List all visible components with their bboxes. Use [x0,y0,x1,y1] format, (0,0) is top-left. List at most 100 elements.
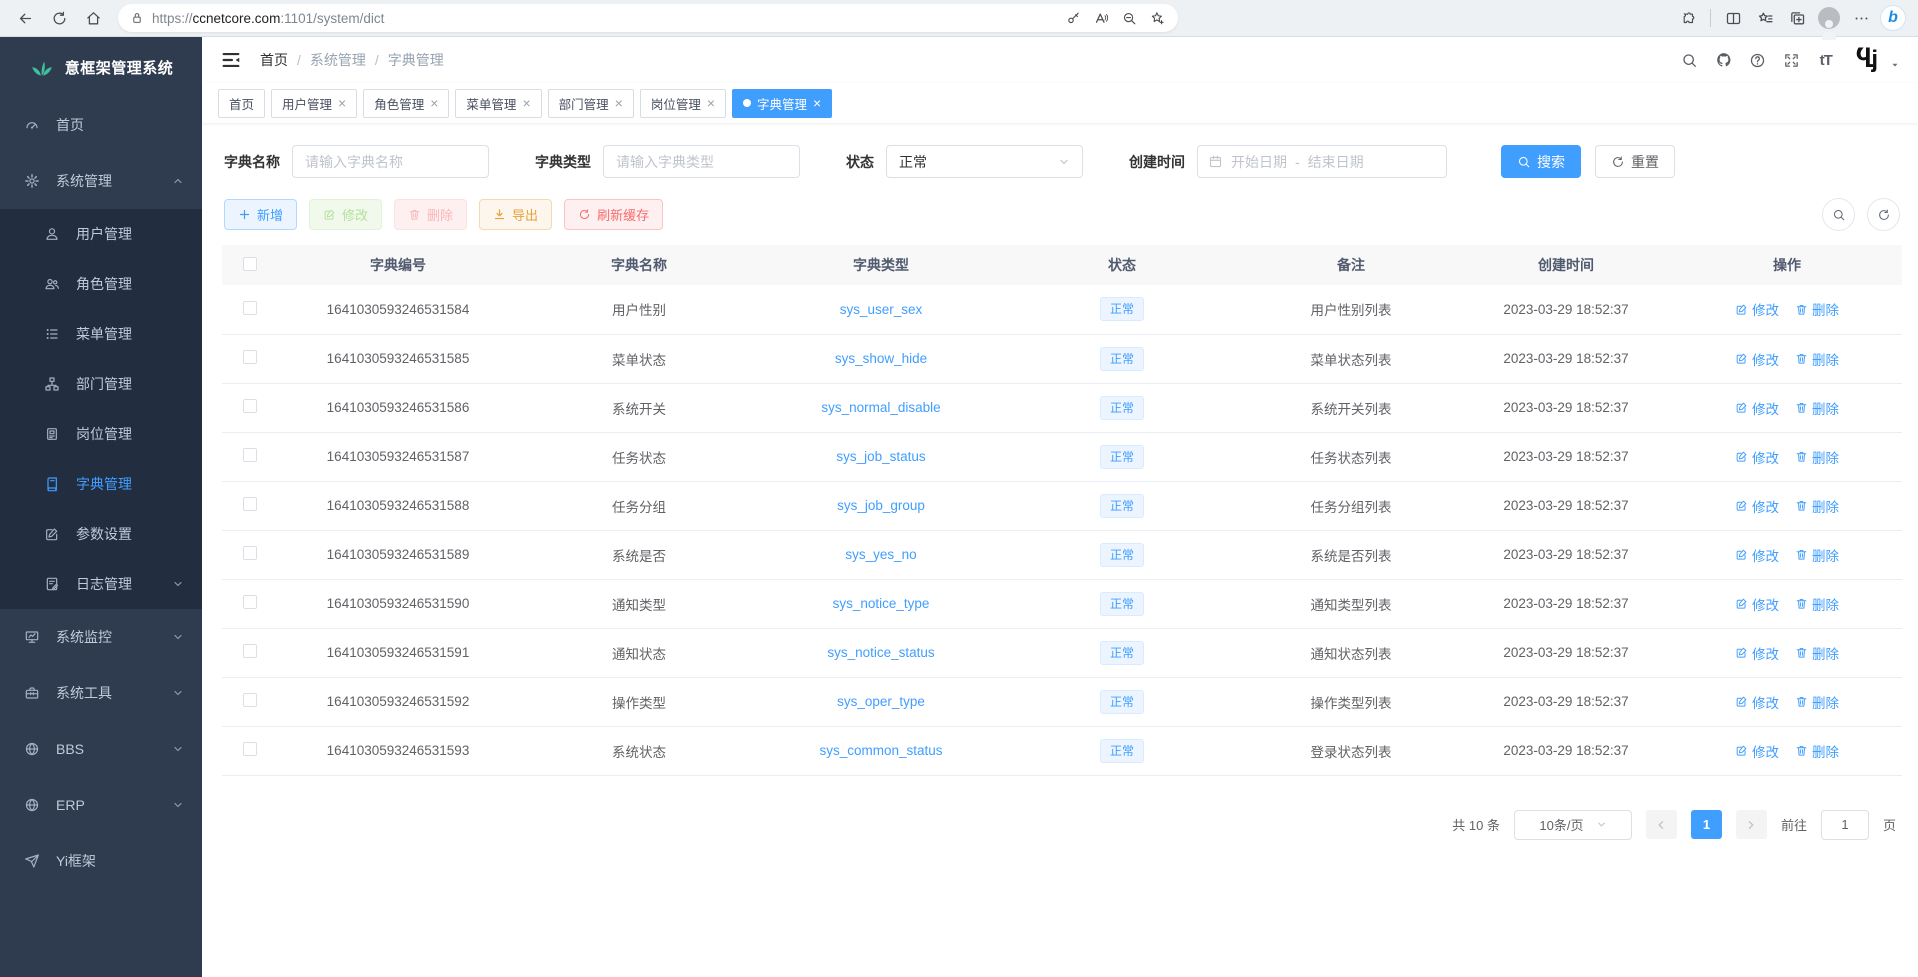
dict-type-link[interactable]: sys_notice_type [833,596,930,611]
dict-type-link[interactable]: sys_user_sex [840,302,923,317]
bing-chat-icon[interactable]: b [1878,4,1908,32]
row-checkbox[interactable] [243,497,257,511]
breadcrumb-item[interactable]: 首页 [260,50,288,70]
row-edit-link[interactable]: 修改 [1735,349,1779,369]
dict-type-input[interactable]: 请输入字典类型 [603,145,800,178]
date-range-input[interactable]: 开始日期 - 结束日期 [1197,145,1447,178]
dict-type-link[interactable]: sys_job_status [836,449,925,464]
profile-avatar[interactable] [1814,4,1844,32]
row-edit-link[interactable]: 修改 [1735,594,1779,614]
delete-button[interactable]: 删除 [394,199,467,230]
row-checkbox[interactable] [243,595,257,609]
row-edit-link[interactable]: 修改 [1735,692,1779,712]
next-page-button[interactable] [1736,810,1767,839]
tab-dict[interactable]: 字典管理× [732,89,832,118]
sidebar-item-yiframe[interactable]: Yi框架 [0,833,202,889]
row-edit-link[interactable]: 修改 [1735,299,1779,319]
prev-page-button[interactable] [1646,810,1677,839]
add-button[interactable]: 新增 [224,199,297,230]
sidebar-item-bbs[interactable]: BBS [0,721,202,777]
browser-reload-button[interactable] [44,4,74,32]
page-size-select[interactable]: 10条/页 [1514,810,1632,840]
app-logo[interactable]: 意框架管理系统 [0,37,202,97]
row-edit-link[interactable]: 修改 [1735,398,1779,418]
refresh-cache-button[interactable]: 刷新缓存 [564,199,663,230]
sidebar-item-tool[interactable]: 系统工具 [0,665,202,721]
browser-menu-icon[interactable] [1846,4,1876,32]
sidebar-item-menu[interactable]: 菜单管理 [0,309,202,359]
row-checkbox[interactable] [243,399,257,413]
edit-button[interactable]: 修改 [309,199,382,230]
dict-type-link[interactable]: sys_notice_status [827,645,934,660]
row-edit-link[interactable]: 修改 [1735,545,1779,565]
browser-home-button[interactable] [78,4,108,32]
extensions-icon[interactable] [1673,4,1703,32]
dict-type-link[interactable]: sys_yes_no [845,547,916,562]
font-size-icon[interactable]: tT [1816,50,1836,70]
sidebar-item-monitor[interactable]: 系统监控 [0,609,202,665]
dict-type-link[interactable]: sys_common_status [819,743,942,758]
sidebar-item-log[interactable]: 日志管理 [0,559,202,609]
zoom-out-icon[interactable] [1116,4,1142,32]
dict-type-link[interactable]: sys_job_group [837,498,925,513]
tab-home[interactable]: 首页 [218,89,265,118]
close-icon[interactable]: × [430,96,438,110]
row-delete-link[interactable]: 删除 [1795,447,1839,467]
sidebar-item-role[interactable]: 角色管理 [0,259,202,309]
row-delete-link[interactable]: 删除 [1795,349,1839,369]
fullscreen-icon[interactable] [1782,50,1802,70]
split-screen-icon[interactable] [1718,4,1748,32]
close-icon[interactable]: × [522,96,530,110]
refresh-table-button[interactable] [1867,198,1900,231]
caret-down-icon[interactable] [1890,60,1900,70]
tab-post[interactable]: 岗位管理× [640,89,726,118]
goto-page-input[interactable]: 1 [1821,810,1869,840]
row-edit-link[interactable]: 修改 [1735,643,1779,663]
sidebar-item-home[interactable]: 首页 [0,97,202,153]
row-checkbox[interactable] [243,301,257,315]
dict-type-link[interactable]: sys_normal_disable [821,400,940,415]
tab-role[interactable]: 角色管理× [363,89,449,118]
close-icon[interactable]: × [615,96,623,110]
export-button[interactable]: 导出 [479,199,552,230]
tab-dept[interactable]: 部门管理× [548,89,634,118]
row-delete-link[interactable]: 删除 [1795,692,1839,712]
sidebar-item-param[interactable]: 参数设置 [0,509,202,559]
github-icon[interactable] [1714,50,1734,70]
row-checkbox[interactable] [243,644,257,658]
status-select[interactable]: 正常 [886,145,1083,178]
row-delete-link[interactable]: 删除 [1795,496,1839,516]
sidebar-item-system[interactable]: 系统管理 [0,153,202,209]
reset-button[interactable]: 重置 [1595,145,1675,178]
close-icon[interactable]: × [338,96,346,110]
search-button[interactable]: 搜索 [1501,145,1581,178]
page-number-1[interactable]: 1 [1691,810,1722,839]
row-edit-link[interactable]: 修改 [1735,496,1779,516]
browser-back-button[interactable] [10,4,40,32]
show-search-toggle-button[interactable] [1822,198,1855,231]
dict-type-link[interactable]: sys_show_hide [835,351,927,366]
row-edit-link[interactable]: 修改 [1735,741,1779,761]
sidebar-item-user[interactable]: 用户管理 [0,209,202,259]
sidebar-fold-icon[interactable] [220,49,242,71]
add-favorite-icon[interactable] [1144,4,1170,32]
address-bar[interactable]: https://ccnetcore.com:1101/system/dict [118,4,1178,32]
row-delete-link[interactable]: 删除 [1795,398,1839,418]
dict-type-link[interactable]: sys_oper_type [837,694,925,709]
row-delete-link[interactable]: 删除 [1795,545,1839,565]
row-delete-link[interactable]: 删除 [1795,643,1839,663]
dict-name-input[interactable]: 请输入字典名称 [292,145,489,178]
password-key-icon[interactable] [1060,4,1086,32]
tab-user[interactable]: 用户管理× [271,89,357,118]
select-all-checkbox[interactable] [243,257,257,271]
collections-icon[interactable] [1782,4,1812,32]
row-edit-link[interactable]: 修改 [1735,447,1779,467]
row-checkbox[interactable] [243,742,257,756]
sidebar-item-post[interactable]: 岗位管理 [0,409,202,459]
sidebar-item-dict[interactable]: 字典管理 [0,459,202,509]
row-checkbox[interactable] [243,546,257,560]
close-icon[interactable]: × [813,96,821,110]
read-aloud-icon[interactable] [1088,4,1114,32]
row-delete-link[interactable]: 删除 [1795,594,1839,614]
help-icon[interactable] [1748,50,1768,70]
